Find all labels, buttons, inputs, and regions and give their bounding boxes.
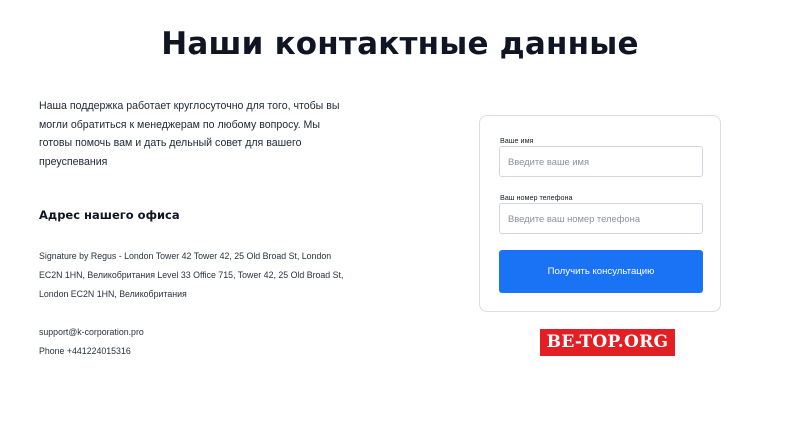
get-consultation-button[interactable]: Получить консультацию [499, 250, 703, 293]
support-intro-text: Наша поддержка работает круглосуточно дл… [39, 100, 340, 169]
office-address-text: Signature by Regus - London Tower 42 Tow… [39, 251, 344, 299]
be-top-watermark: BE-TOP.ORG [540, 329, 675, 356]
office-address-heading: Адрес нашего офиса [39, 208, 180, 222]
support-phone-text: Phone +441224015316 [39, 346, 131, 356]
name-field-label: Ваше имя [500, 136, 534, 145]
phone-input[interactable] [499, 203, 703, 234]
phone-field-label: Ваш номер телефона [500, 193, 573, 202]
support-email-link[interactable]: support@k-corporation.pro [39, 327, 144, 337]
name-input[interactable] [499, 146, 703, 177]
consultation-form: Ваше имя Ваш номер телефона Получить кон… [479, 115, 721, 312]
page-title: Наши контактные данные [161, 26, 639, 62]
